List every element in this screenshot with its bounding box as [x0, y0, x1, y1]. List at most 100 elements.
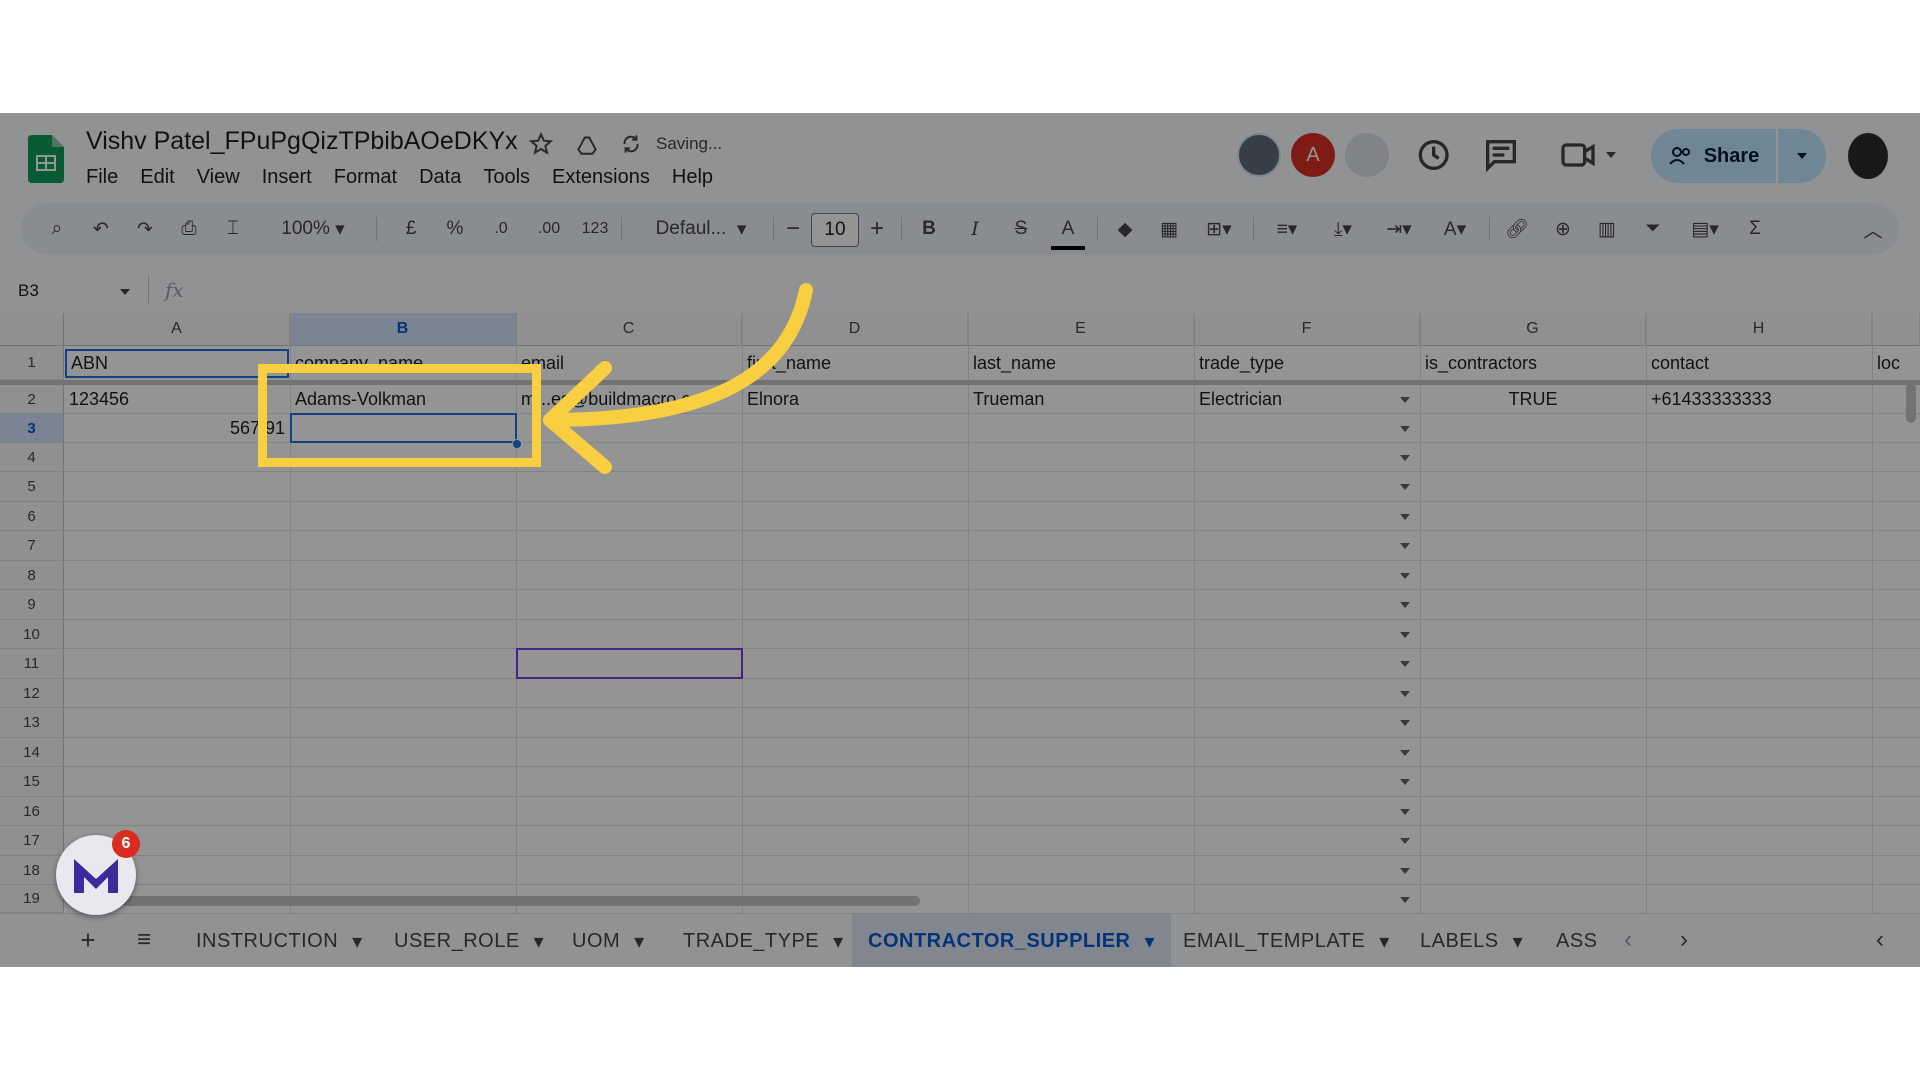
- sheets-logo-icon[interactable]: [28, 135, 64, 183]
- cell-a3[interactable]: 567 91: [65, 414, 289, 443]
- cell-dropdown-chevron-icon[interactable]: [1397, 836, 1413, 846]
- add-sheet-icon[interactable]: +: [74, 925, 102, 955]
- cell-dropdown-chevron-icon[interactable]: [1397, 395, 1413, 405]
- cell-dropdown-chevron-icon[interactable]: [1397, 807, 1413, 817]
- menu-tools[interactable]: Tools: [483, 166, 530, 189]
- row-header-5[interactable]: 5: [0, 472, 64, 502]
- column-header-a[interactable]: A: [64, 313, 290, 346]
- column-header-b[interactable]: B: [290, 313, 516, 346]
- collapse-menus-icon[interactable]: ︿: [1857, 203, 1889, 255]
- text-color-button[interactable]: A: [1051, 212, 1085, 250]
- row-header-11[interactable]: 11: [0, 649, 64, 679]
- explore-collapse-icon[interactable]: ‹: [1866, 926, 1894, 954]
- strikethrough-button[interactable]: S: [1005, 203, 1037, 255]
- comments-icon[interactable]: [1481, 135, 1521, 175]
- bold-button[interactable]: B: [913, 203, 945, 255]
- menu-help[interactable]: Help: [672, 166, 713, 189]
- cell-dropdown-chevron-icon[interactable]: [1397, 659, 1413, 669]
- cell-f2[interactable]: Electrician: [1195, 385, 1395, 414]
- filter-icon[interactable]: ⏷: [1635, 203, 1671, 255]
- cell-dropdown-chevron-icon[interactable]: [1397, 571, 1413, 581]
- move-to-drive-icon[interactable]: [574, 131, 600, 157]
- cell-h2[interactable]: +61433333333: [1647, 385, 1871, 414]
- cell-i1[interactable]: loc: [1873, 349, 1920, 378]
- italic-button[interactable]: I: [959, 203, 991, 255]
- row-header-3[interactable]: 3: [0, 414, 64, 443]
- column-header-i[interactable]: [1872, 313, 1920, 346]
- undo-icon[interactable]: ↶: [85, 203, 117, 255]
- scroll-tabs-right-icon[interactable]: ›: [1670, 926, 1698, 954]
- cell-e1[interactable]: last_name: [969, 349, 1193, 378]
- text-wrapping-icon[interactable]: ⇥▾: [1377, 203, 1421, 255]
- currency-format-button[interactable]: £: [395, 203, 427, 255]
- sheet-tab-contractor-supplier[interactable]: CONTRACTOR_SUPPLIER ▾: [852, 914, 1172, 967]
- sheet-tab-uom[interactable]: UOM ▾: [556, 914, 661, 967]
- name-box-dropdown-icon[interactable]: [118, 287, 132, 297]
- row-header-15[interactable]: 15: [0, 767, 64, 797]
- all-sheets-icon[interactable]: ≡: [128, 926, 160, 954]
- row-header-17[interactable]: 17: [0, 826, 64, 856]
- row-header-16[interactable]: 16: [0, 797, 64, 826]
- fill-color-icon[interactable]: ◆: [1107, 203, 1143, 255]
- account-avatar[interactable]: [1848, 133, 1888, 179]
- font-size-input[interactable]: 10: [811, 213, 859, 247]
- column-header-h[interactable]: H: [1646, 313, 1872, 346]
- row-header-7[interactable]: 7: [0, 531, 64, 561]
- formula-input[interactable]: [195, 273, 1895, 305]
- column-header-f[interactable]: F: [1194, 313, 1420, 346]
- increase-font-size-icon[interactable]: +: [863, 203, 891, 255]
- cell-dropdown-chevron-icon[interactable]: [1397, 718, 1413, 728]
- insert-chart-icon[interactable]: ▥: [1589, 203, 1625, 255]
- row-header-14[interactable]: 14: [0, 738, 64, 767]
- cell-f1[interactable]: trade_type: [1195, 349, 1419, 378]
- row-header-18[interactable]: 18: [0, 856, 64, 885]
- sheet-tab-instruction[interactable]: INSTRUCTION ▾: [180, 914, 379, 967]
- zoom-select[interactable]: 100% ▾: [271, 203, 355, 255]
- vertical-scrollbar[interactable]: [1906, 383, 1916, 423]
- column-header-g[interactable]: G: [1420, 313, 1646, 346]
- row-header-2[interactable]: 2: [0, 385, 64, 414]
- search-menus-icon[interactable]: ⌕: [41, 203, 73, 255]
- share-button[interactable]: Share: [1651, 129, 1776, 183]
- borders-icon[interactable]: ▦: [1153, 203, 1185, 255]
- cell-g1[interactable]: is_contractors: [1421, 349, 1645, 378]
- menu-format[interactable]: Format: [334, 166, 397, 189]
- document-title[interactable]: Vishv Patel_FPuPgQizTPbibAOeDKYx: [86, 127, 518, 156]
- row-header-4[interactable]: 4: [0, 443, 64, 472]
- select-all-corner[interactable]: [0, 313, 64, 346]
- row-header-13[interactable]: 13: [0, 708, 64, 738]
- decrease-decimal-button[interactable]: .0: [483, 203, 519, 255]
- collaborator-avatar[interactable]: [1237, 133, 1281, 177]
- share-dropdown-button[interactable]: [1778, 129, 1826, 183]
- meet-dropdown-icon[interactable]: [1604, 150, 1618, 160]
- cell-e2[interactable]: Trueman: [969, 385, 1193, 414]
- cell-dropdown-chevron-icon[interactable]: [1397, 777, 1413, 787]
- cell-dropdown-chevron-icon[interactable]: [1397, 895, 1413, 905]
- menu-file[interactable]: File: [86, 166, 118, 189]
- more-formats-button[interactable]: 123: [575, 203, 615, 255]
- vertical-align-icon[interactable]: ⤓▾: [1321, 203, 1365, 255]
- cell-dropdown-chevron-icon[interactable]: [1397, 424, 1413, 434]
- menu-insert[interactable]: Insert: [262, 166, 312, 189]
- sheet-tab-email-template[interactable]: EMAIL_TEMPLATE ▾: [1167, 914, 1406, 967]
- row-header-6[interactable]: 6: [0, 502, 64, 531]
- column-header-e[interactable]: E: [968, 313, 1194, 346]
- insert-comment-icon[interactable]: ⊕: [1545, 203, 1581, 255]
- row-header-9[interactable]: 9: [0, 590, 64, 620]
- print-icon[interactable]: ⎙: [173, 203, 205, 255]
- decrease-font-size-icon[interactable]: −: [781, 203, 805, 255]
- menu-extensions[interactable]: Extensions: [552, 166, 650, 189]
- font-select[interactable]: Defaul... ▾: [636, 203, 766, 255]
- cell-dropdown-chevron-icon[interactable]: [1397, 541, 1413, 551]
- cell-a2[interactable]: 123456: [65, 385, 289, 414]
- menu-view[interactable]: View: [197, 166, 240, 189]
- cell-g2[interactable]: TRUE: [1421, 385, 1645, 414]
- insert-link-icon[interactable]: 🔗︎: [1499, 203, 1535, 255]
- menu-data[interactable]: Data: [419, 166, 461, 189]
- cell-dropdown-chevron-icon[interactable]: [1397, 630, 1413, 640]
- cell-dropdown-chevron-icon[interactable]: [1397, 453, 1413, 463]
- cell-dropdown-chevron-icon[interactable]: [1397, 689, 1413, 699]
- user-avatar-a[interactable]: A: [1291, 133, 1335, 177]
- paint-format-icon[interactable]: ⌶: [217, 203, 249, 255]
- increase-decimal-button[interactable]: .00: [529, 203, 569, 255]
